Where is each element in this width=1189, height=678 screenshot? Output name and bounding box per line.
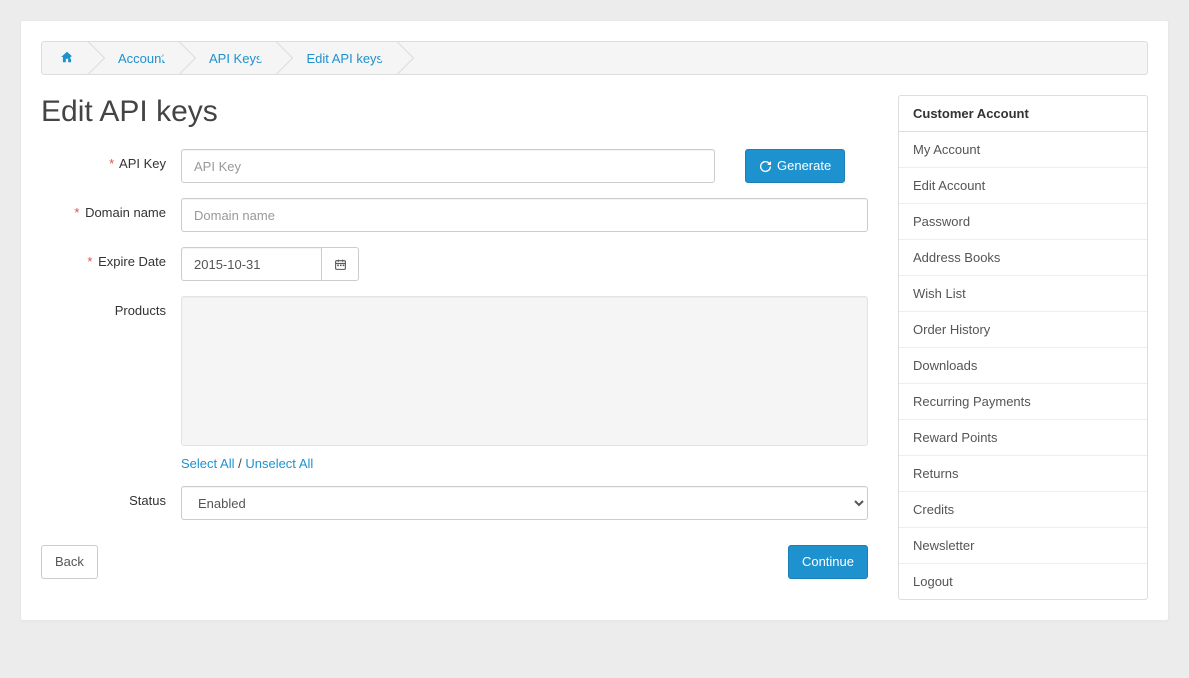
sidebar-item-credits[interactable]: Credits <box>899 491 1147 527</box>
calendar-button[interactable] <box>321 247 359 281</box>
breadcrumb: Account API Keys Edit API keys <box>41 41 1148 75</box>
main-container: Account API Keys Edit API keys Edit API … <box>20 20 1169 621</box>
api-key-input[interactable] <box>181 149 715 183</box>
sidebar-item-recurring[interactable]: Recurring Payments <box>899 383 1147 419</box>
refresh-icon <box>759 160 772 173</box>
form-group-api-key: * API Key Generate <box>41 149 868 183</box>
home-link[interactable] <box>60 50 74 67</box>
form-group-domain: * Domain name <box>41 198 868 232</box>
label-domain: * Domain name <box>41 198 181 232</box>
expire-input-group <box>181 247 361 281</box>
select-links: Select All / Unselect All <box>181 456 313 471</box>
back-button[interactable]: Back <box>41 545 98 579</box>
label-expire: * Expire Date <box>41 247 181 281</box>
form-group-expire: * Expire Date <box>41 247 868 281</box>
main-column: Edit API keys * API Key Generate * Domai… <box>41 95 868 600</box>
page-title: Edit API keys <box>41 95 868 129</box>
generate-button[interactable]: Generate <box>745 149 845 183</box>
sidebar-item-address-books[interactable]: Address Books <box>899 239 1147 275</box>
breadcrumb-item-edit[interactable]: Edit API keys <box>280 42 401 74</box>
unselect-all-link[interactable]: Unselect All <box>245 456 313 471</box>
label-products: Products <box>41 296 181 471</box>
sidebar-item-downloads[interactable]: Downloads <box>899 347 1147 383</box>
sidebar-item-order-history[interactable]: Order History <box>899 311 1147 347</box>
sidebar-heading: Customer Account <box>899 96 1147 132</box>
sidebar-panel: Customer Account My Account Edit Account… <box>898 95 1148 600</box>
products-well[interactable] <box>181 296 868 446</box>
continue-button[interactable]: Continue <box>788 545 868 579</box>
home-icon <box>60 50 74 64</box>
sidebar-item-newsletter[interactable]: Newsletter <box>899 527 1147 563</box>
breadcrumb-link-api-keys[interactable]: API Keys <box>209 51 262 66</box>
label-api-key: * API Key <box>41 149 181 183</box>
form-group-status: Status Enabled Disabled <box>41 486 868 520</box>
sidebar-item-my-account[interactable]: My Account <box>899 132 1147 167</box>
sidebar-item-logout[interactable]: Logout <box>899 563 1147 599</box>
form-group-products: Products Select All / Unselect All <box>41 296 868 471</box>
breadcrumb-home[interactable] <box>42 42 92 74</box>
label-status: Status <box>41 486 181 520</box>
sidebar-list: My Account Edit Account Password Address… <box>899 132 1147 599</box>
form-actions: Back Continue <box>41 545 868 579</box>
select-all-link[interactable]: Select All <box>181 456 234 471</box>
sidebar-item-wish-list[interactable]: Wish List <box>899 275 1147 311</box>
calendar-icon <box>334 258 347 271</box>
breadcrumb-item-api-keys[interactable]: API Keys <box>183 42 280 74</box>
breadcrumb-link-account[interactable]: Account <box>118 51 165 66</box>
sidebar-column: Customer Account My Account Edit Account… <box>898 95 1148 600</box>
sidebar-item-edit-account[interactable]: Edit Account <box>899 167 1147 203</box>
status-select[interactable]: Enabled Disabled <box>181 486 868 520</box>
breadcrumb-item-account[interactable]: Account <box>92 42 183 74</box>
breadcrumb-link-edit[interactable]: Edit API keys <box>306 51 383 66</box>
sidebar-item-reward-points[interactable]: Reward Points <box>899 419 1147 455</box>
sidebar-item-password[interactable]: Password <box>899 203 1147 239</box>
expire-date-input[interactable] <box>181 247 321 281</box>
domain-input[interactable] <box>181 198 868 232</box>
sidebar-item-returns[interactable]: Returns <box>899 455 1147 491</box>
